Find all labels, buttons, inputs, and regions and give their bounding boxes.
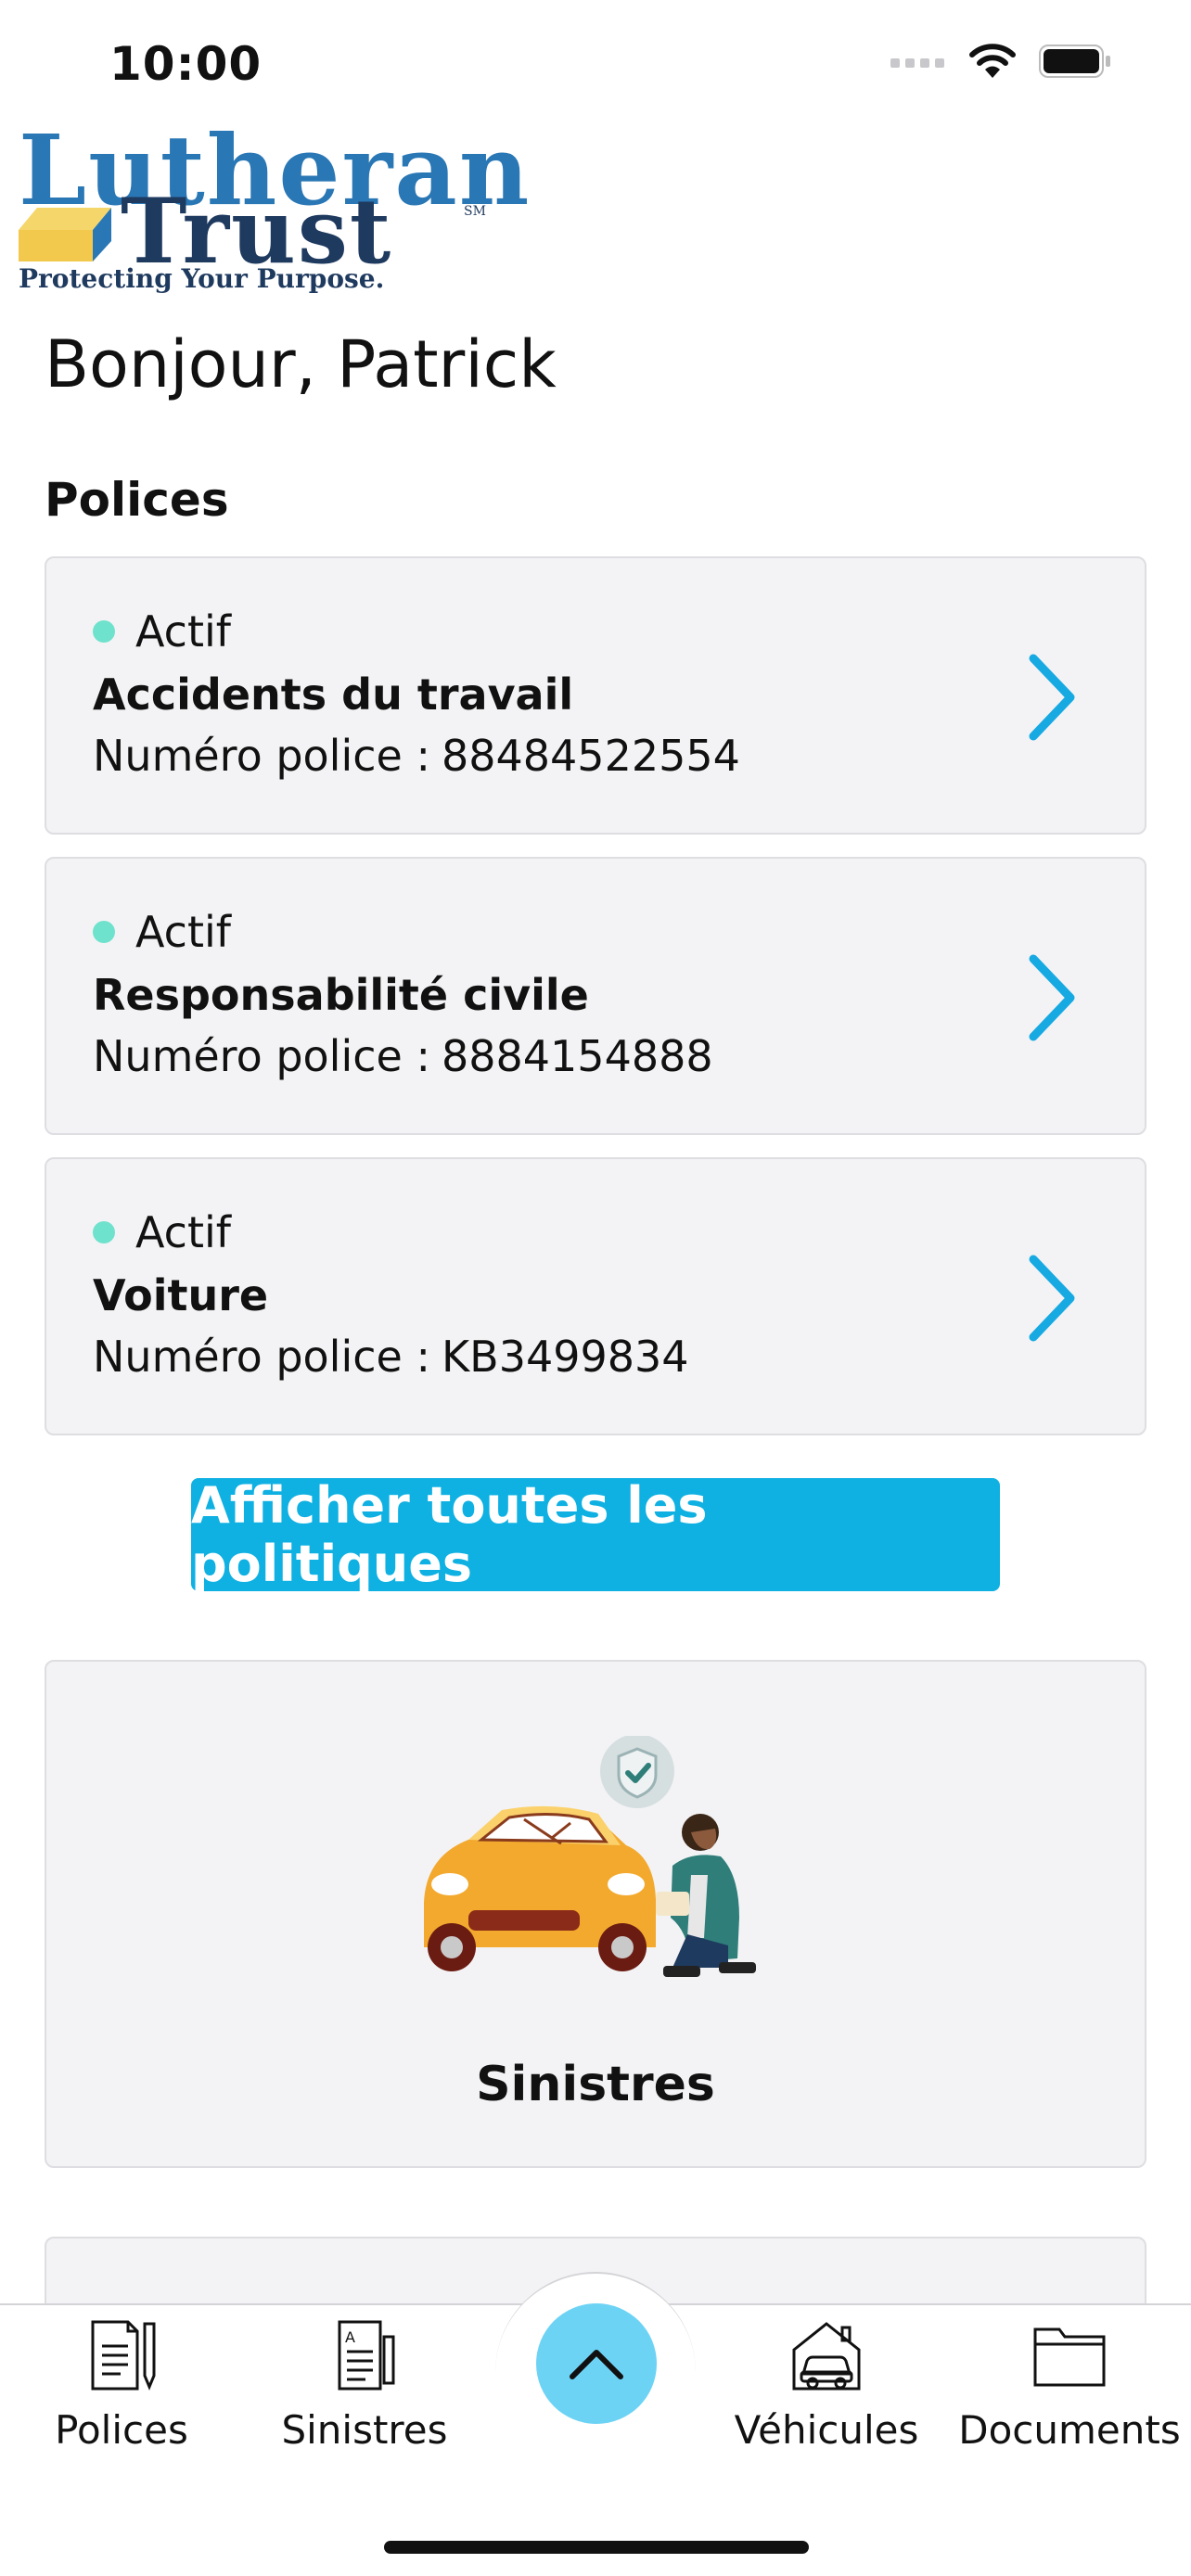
vehicle-garage-icon xyxy=(792,2322,861,2391)
chevron-right-icon[interactable] xyxy=(1024,651,1080,744)
status-dot-icon xyxy=(93,1221,115,1243)
policy-status-label: Actif xyxy=(135,606,231,657)
battery-icon xyxy=(1039,45,1110,78)
home-indicator[interactable] xyxy=(384,2541,809,2554)
logo-cube-icon xyxy=(19,208,111,261)
claims-card[interactable]: Sinistres xyxy=(45,1660,1146,2168)
folder-icon xyxy=(1033,2327,1106,2387)
logo-tagline: Protecting Your Purpose. xyxy=(19,263,385,294)
policy-number: Numéro police : 8884154888 xyxy=(93,1031,713,1081)
status-dot-icon xyxy=(93,620,115,643)
policy-status: Actif xyxy=(93,1207,231,1257)
policy-status-label: Actif xyxy=(135,1207,231,1257)
claims-card-label: Sinistres xyxy=(476,2057,715,2112)
policy-name: Responsabilité civile xyxy=(93,970,589,1020)
status-dot-icon xyxy=(93,921,115,943)
status-icons xyxy=(890,43,1111,80)
chevron-up-icon xyxy=(570,2350,623,2379)
lutheran-trust-logo: Lutheran Trust SM Protecting Your Purpos… xyxy=(19,122,603,297)
policy-status-label: Actif xyxy=(135,907,231,957)
tab-polices[interactable]: Polices xyxy=(15,2318,228,2453)
cellular-signal-icon xyxy=(890,58,944,68)
greeting-title: Bonjour, Patrick xyxy=(45,326,557,402)
chevron-right-icon[interactable] xyxy=(1024,1252,1080,1345)
status-bar: 10:00 xyxy=(0,0,1191,130)
chevron-right-icon[interactable] xyxy=(1024,951,1080,1044)
policy-number-label: Numéro police : xyxy=(93,1031,430,1081)
policy-document-icon xyxy=(91,2320,156,2391)
policy-status: Actif xyxy=(93,907,231,957)
policy-name: Voiture xyxy=(93,1270,269,1320)
policies-section-title: Polices xyxy=(45,473,229,527)
expand-menu-button[interactable] xyxy=(536,2303,657,2424)
tab-label: Polices xyxy=(55,2407,188,2453)
tab-vehicules[interactable]: Véhicules xyxy=(720,2318,933,2453)
show-all-policies-button[interactable]: Afficher toutes les politiques xyxy=(191,1476,1000,1593)
policy-card[interactable]: Actif Voiture Numéro police : KB3499834 xyxy=(45,1157,1146,1435)
claims-document-icon: A xyxy=(338,2320,395,2391)
policy-number: Numéro police : KB3499834 xyxy=(93,1332,689,1382)
status-time: 10:00 xyxy=(109,37,263,91)
policy-number-label: Numéro police : xyxy=(93,1332,430,1382)
tab-documents[interactable]: Documents xyxy=(958,2318,1181,2453)
tab-label: Sinistres xyxy=(281,2407,448,2453)
policy-number-value: 88484522554 xyxy=(441,731,740,781)
tab-sinistres[interactable]: A Sinistres xyxy=(258,2318,471,2453)
policy-number-value: KB3499834 xyxy=(441,1332,689,1382)
svg-text:A: A xyxy=(345,2328,355,2346)
policy-status: Actif xyxy=(93,606,231,657)
wifi-icon xyxy=(969,44,1016,78)
tab-label: Documents xyxy=(958,2407,1181,2453)
policy-card[interactable]: Actif Responsabilité civile Numéro polic… xyxy=(45,857,1146,1135)
policy-number-label: Numéro police : xyxy=(93,731,430,781)
tab-label: Véhicules xyxy=(734,2407,919,2453)
logo-sm-mark: SM xyxy=(464,204,486,219)
policy-name: Accidents du travail xyxy=(93,670,574,720)
policy-number: Numéro police : 88484522554 xyxy=(93,731,740,781)
policy-card[interactable]: Actif Accidents du travail Numéro police… xyxy=(45,556,1146,835)
policy-number-value: 8884154888 xyxy=(441,1031,713,1081)
car-accident-illustration xyxy=(424,1736,756,1977)
